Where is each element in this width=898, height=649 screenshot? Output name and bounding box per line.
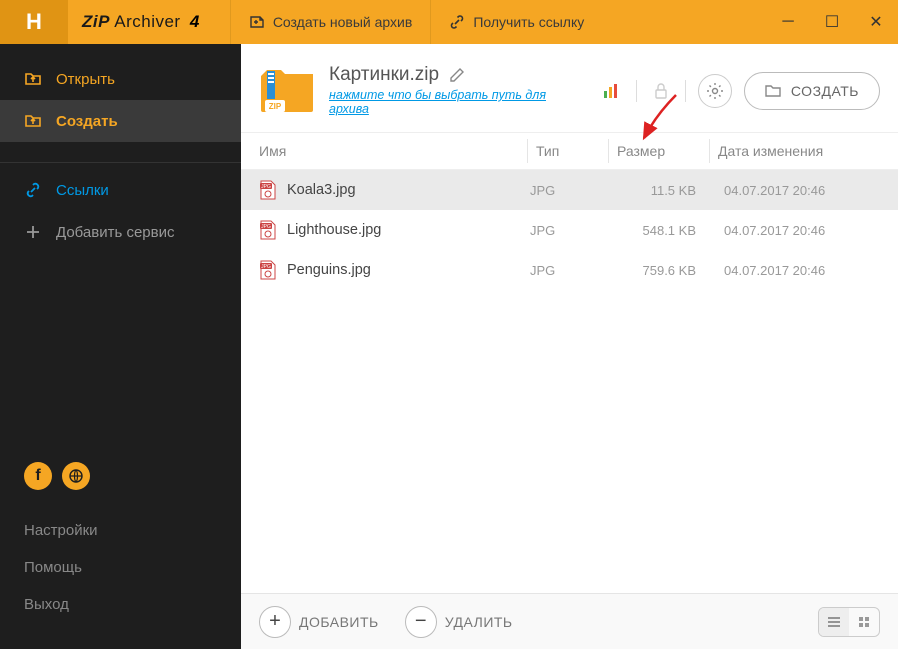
jpg-file-icon: JPG bbox=[259, 260, 277, 280]
gear-icon bbox=[706, 82, 724, 100]
maximize-button[interactable]: ☐ bbox=[810, 0, 854, 44]
create-archive-action[interactable]: Создать новый архив bbox=[230, 0, 431, 44]
separator bbox=[685, 80, 686, 102]
app-logo: H bbox=[0, 0, 68, 44]
brand-archiver: Archiver bbox=[114, 12, 180, 31]
footer-toolbar: + ДОБАВИТЬ − УДАЛИТЬ bbox=[241, 593, 898, 649]
add-button[interactable]: + bbox=[259, 606, 291, 638]
file-name: Lighthouse.jpg bbox=[287, 222, 381, 238]
sidebar-help[interactable]: Помощь bbox=[24, 549, 217, 586]
svg-text:JPG: JPG bbox=[261, 184, 271, 190]
col-date-header[interactable]: Дата изменения bbox=[710, 143, 880, 159]
stats-icon[interactable] bbox=[600, 79, 624, 103]
separator bbox=[636, 80, 637, 102]
facebook-icon[interactable]: f bbox=[24, 462, 52, 490]
col-name-header[interactable]: Имя bbox=[259, 143, 527, 159]
sidebar-links-label: Ссылки bbox=[56, 182, 109, 199]
sidebar-exit[interactable]: Выход bbox=[24, 586, 217, 623]
file-type: JPG bbox=[530, 263, 610, 278]
file-name: Penguins.jpg bbox=[287, 262, 371, 278]
svg-text:JPG: JPG bbox=[261, 264, 271, 270]
create-archive-label: Создать новый архив bbox=[273, 14, 413, 30]
svg-text:ZIP: ZIP bbox=[269, 102, 282, 111]
close-button[interactable]: ✕ bbox=[854, 0, 898, 44]
archive-folder-icon: ZIP bbox=[259, 68, 315, 114]
main-panel: ZIP Картинки.zip нажмите что бы выбрать … bbox=[241, 44, 898, 649]
archive-name: Картинки.zip bbox=[329, 64, 439, 86]
delete-label: УДАЛИТЬ bbox=[445, 614, 513, 630]
view-list-button[interactable] bbox=[819, 608, 849, 636]
get-link-label: Получить ссылку bbox=[473, 14, 584, 30]
links-icon bbox=[24, 181, 42, 199]
add-label: ДОБАВИТЬ bbox=[299, 614, 379, 630]
sidebar-open-label: Открыть bbox=[56, 71, 115, 88]
sidebar: Открыть Создать Ссылки Добавить сервис f bbox=[0, 44, 241, 649]
column-headers: Имя Тип Размер Дата изменения bbox=[241, 133, 898, 170]
file-row[interactable]: JPGPenguins.jpgJPG759.6 KB04.07.2017 20:… bbox=[241, 250, 898, 290]
create-icon bbox=[24, 112, 42, 130]
create-button[interactable]: СОЗДАТЬ bbox=[744, 72, 880, 110]
sidebar-item-links[interactable]: Ссылки bbox=[0, 169, 241, 211]
file-type: JPG bbox=[530, 183, 610, 198]
create-button-label: СОЗДАТЬ bbox=[791, 83, 859, 99]
sidebar-separator bbox=[0, 162, 241, 163]
lock-icon[interactable] bbox=[649, 79, 673, 103]
file-name: Koala3.jpg bbox=[287, 182, 356, 198]
file-date: 04.07.2017 20:46 bbox=[710, 263, 880, 278]
file-type: JPG bbox=[530, 223, 610, 238]
svg-text:JPG: JPG bbox=[261, 224, 271, 230]
globe-icon[interactable] bbox=[62, 462, 90, 490]
link-icon bbox=[449, 14, 465, 30]
sidebar-create-label: Создать bbox=[56, 113, 118, 130]
brand-version: 4 bbox=[190, 12, 200, 31]
file-size: 11.5 KB bbox=[610, 183, 710, 198]
folder-icon bbox=[765, 84, 781, 98]
open-icon bbox=[24, 70, 42, 88]
sidebar-item-open[interactable]: Открыть bbox=[0, 58, 241, 100]
file-date: 04.07.2017 20:46 bbox=[710, 183, 880, 198]
archive-path-link[interactable]: нажмите что бы выбрать путь для архива bbox=[329, 88, 586, 116]
sidebar-item-add-service[interactable]: Добавить сервис bbox=[0, 211, 241, 253]
settings-button[interactable] bbox=[698, 74, 732, 108]
grid-icon bbox=[858, 616, 870, 628]
list-icon bbox=[827, 616, 841, 628]
file-row[interactable]: JPGKoala3.jpgJPG11.5 KB04.07.2017 20:46 bbox=[241, 170, 898, 210]
col-size-header[interactable]: Размер bbox=[609, 143, 709, 159]
jpg-file-icon: JPG bbox=[259, 220, 277, 240]
sidebar-item-create[interactable]: Создать bbox=[0, 100, 241, 142]
jpg-file-icon: JPG bbox=[259, 180, 277, 200]
col-type-header[interactable]: Тип bbox=[528, 143, 608, 159]
file-date: 04.07.2017 20:46 bbox=[710, 223, 880, 238]
view-grid-button[interactable] bbox=[849, 608, 879, 636]
app-brand: ZiP Archiver 4 bbox=[82, 12, 200, 32]
sidebar-settings[interactable]: Настройки bbox=[24, 512, 217, 549]
file-row[interactable]: JPGLighthouse.jpgJPG548.1 KB04.07.2017 2… bbox=[241, 210, 898, 250]
new-archive-icon bbox=[249, 14, 265, 30]
file-size: 759.6 KB bbox=[610, 263, 710, 278]
minimize-button[interactable]: ─ bbox=[766, 0, 810, 44]
archive-header: ZIP Картинки.zip нажмите что бы выбрать … bbox=[241, 44, 898, 133]
titlebar: H ZiP Archiver 4 Создать новый архив Пол… bbox=[0, 0, 898, 44]
get-link-action[interactable]: Получить ссылку bbox=[430, 0, 602, 44]
brand-zip: ZiP bbox=[82, 12, 110, 31]
file-size: 548.1 KB bbox=[610, 223, 710, 238]
plus-icon bbox=[24, 223, 42, 241]
delete-button[interactable]: − bbox=[405, 606, 437, 638]
file-list: JPGKoala3.jpgJPG11.5 KB04.07.2017 20:46J… bbox=[241, 170, 898, 593]
edit-icon[interactable] bbox=[449, 67, 465, 83]
sidebar-add-service-label: Добавить сервис bbox=[56, 224, 175, 241]
